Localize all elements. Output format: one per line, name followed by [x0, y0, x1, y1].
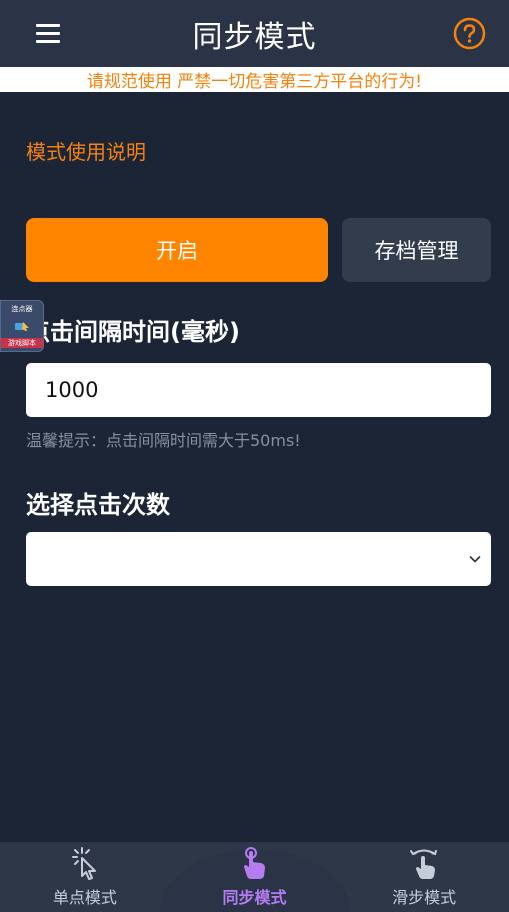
- click-count-select[interactable]: [26, 532, 491, 586]
- hamburger-menu-icon[interactable]: [36, 24, 60, 43]
- archive-management-button[interactable]: 存档管理: [342, 218, 491, 282]
- page-title: 同步模式: [192, 19, 317, 55]
- tab-label: 同步模式: [222, 888, 287, 907]
- chevron-down-icon: [469, 556, 481, 563]
- app-header: 同步模式: [0, 0, 509, 67]
- tap-sparkle-icon: [71, 847, 96, 880]
- clicker-icon: [15, 322, 29, 331]
- floating-widget-bottom-text: 游戏脚本: [1, 338, 43, 348]
- instructions-link[interactable]: 模式使用说明: [26, 136, 146, 165]
- warning-banner: 请规范使用 严禁一切危害第三方平台的行为!: [0, 67, 509, 92]
- tab-single-click[interactable]: 单点模式: [0, 842, 170, 912]
- floating-clicker-widget[interactable]: 连点器 游戏脚本: [0, 300, 44, 352]
- interval-label: 点击间隔时间(毫秒): [26, 318, 240, 346]
- bottom-tab-bar: 单点模式 同步模式 滑步模式: [0, 842, 509, 912]
- start-button[interactable]: 开启: [26, 218, 328, 282]
- floating-widget-top-text: 连点器: [11, 305, 33, 313]
- interval-input[interactable]: [26, 363, 491, 417]
- question-circle-icon[interactable]: [453, 17, 486, 50]
- finger-tap-icon: [243, 847, 265, 879]
- tab-label: 单点模式: [52, 888, 117, 907]
- click-count-label: 选择点击次数: [26, 491, 170, 519]
- tab-sync[interactable]: 同步模式: [170, 842, 340, 912]
- interval-tip: 温馨提示：点击间隔时间需大于50ms!: [26, 431, 301, 450]
- tab-swipe[interactable]: 滑步模式: [339, 842, 509, 912]
- finger-swipe-icon: [410, 849, 438, 879]
- tab-label: 滑步模式: [392, 888, 457, 907]
